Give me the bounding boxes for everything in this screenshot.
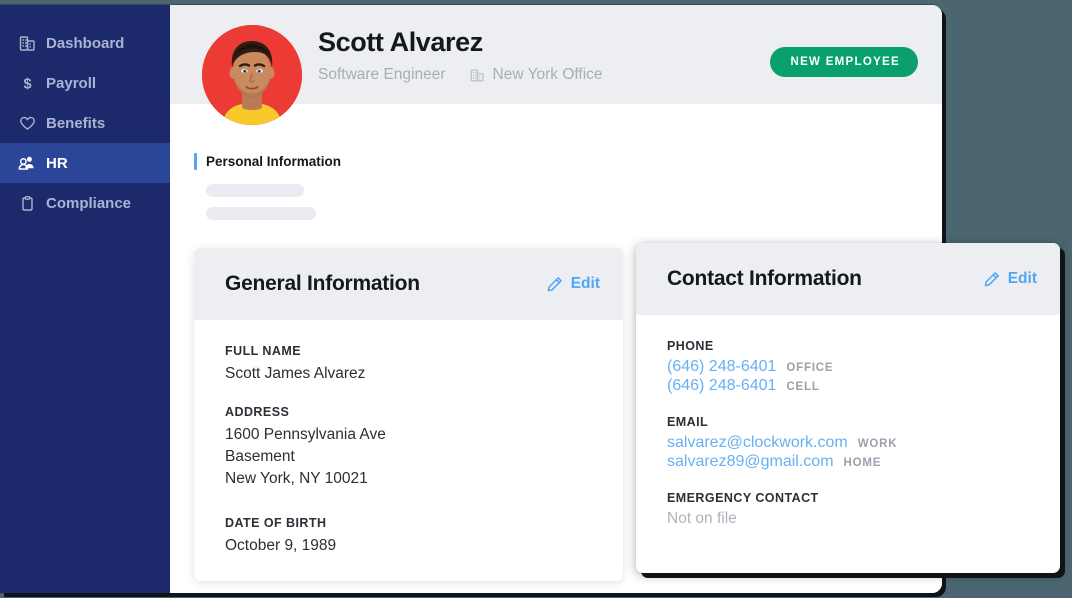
sidebar-item-label: Payroll [46, 76, 96, 91]
phone-tag: OFFICE [786, 362, 833, 374]
page-title: Scott Alvarez [318, 27, 603, 57]
field-value: Scott James Alvarez [225, 363, 592, 385]
email-row-home: salvarez89@gmail.com HOME [667, 453, 1029, 471]
sidebar-item-label: HR [46, 156, 68, 171]
skeleton-placeholder [206, 184, 304, 197]
edit-label: Edit [1008, 270, 1037, 288]
phone-tag: CELL [786, 381, 819, 393]
pencil-icon [546, 276, 563, 293]
building-icon [18, 34, 36, 52]
field-label: EMAIL [667, 415, 1029, 429]
profile-header-text: Scott Alvarez Software Engineer [318, 27, 603, 84]
field-label: EMERGENCY CONTACT [667, 491, 1029, 505]
sidebar-item-label: Compliance [46, 196, 131, 211]
sidebar-item-hr[interactable]: HR [0, 143, 170, 183]
field-phone: PHONE (646) 248-6401 OFFICE (646) 248-64… [667, 339, 1029, 395]
section-heading: Personal Information [194, 153, 942, 170]
heart-icon [18, 114, 36, 132]
sidebar: Dashboard $ Payroll Benefits [0, 5, 170, 593]
phone-value[interactable]: (646) 248-6401 [667, 358, 776, 376]
email-value[interactable]: salvarez89@gmail.com [667, 453, 834, 471]
employee-office: New York Office [470, 66, 603, 84]
sidebar-item-compliance[interactable]: Compliance [0, 183, 170, 223]
pencil-icon [983, 271, 1000, 288]
sidebar-item-label: Benefits [46, 116, 105, 131]
sidebar-item-dashboard[interactable]: Dashboard [0, 23, 170, 63]
field-full-name: FULL NAME Scott James Alvarez [225, 344, 592, 385]
card-body: FULL NAME Scott James Alvarez ADDRESS 16… [194, 320, 623, 581]
field-label: PHONE [667, 339, 1029, 353]
field-email: EMAIL salvarez@clockwork.com WORK salvar… [667, 415, 1029, 471]
email-value[interactable]: salvarez@clockwork.com [667, 434, 848, 452]
email-tag: WORK [858, 438, 898, 450]
profile-subtitle: Software Engineer [318, 66, 603, 84]
email-tag: HOME [844, 457, 882, 469]
general-information-card: General Information Edit FULL NAME Scott… [194, 248, 623, 581]
card-title: General Information [225, 272, 420, 296]
skeleton-placeholder [206, 207, 316, 220]
sidebar-item-label: Dashboard [46, 36, 124, 51]
field-date-of-birth: DATE OF BIRTH October 9, 1989 [225, 516, 592, 557]
field-emergency-contact: EMERGENCY CONTACT Not on file [667, 491, 1029, 528]
field-label: DATE OF BIRTH [225, 516, 592, 530]
phone-row-office: (646) 248-6401 OFFICE [667, 358, 1029, 376]
field-label: ADDRESS [225, 405, 592, 419]
section-accent-bar [194, 153, 197, 170]
office-label: New York Office [493, 66, 603, 84]
card-header: Contact Information Edit [636, 243, 1060, 315]
svg-text:$: $ [23, 76, 31, 92]
edit-general-information-button[interactable]: Edit [546, 275, 600, 293]
sidebar-item-benefits[interactable]: Benefits [0, 103, 170, 143]
edit-label: Edit [571, 275, 600, 293]
card-title: Contact Information [667, 267, 862, 291]
address-line-3: New York, NY 10021 [225, 468, 592, 490]
employee-role: Software Engineer [318, 66, 446, 84]
clipboard-icon [18, 194, 36, 212]
emergency-contact-value: Not on file [667, 510, 1029, 528]
sidebar-item-payroll[interactable]: $ Payroll [0, 63, 170, 103]
email-row-work: salvarez@clockwork.com WORK [667, 434, 1029, 452]
field-value: October 9, 1989 [225, 535, 592, 557]
avatar[interactable] [202, 25, 302, 125]
building-icon [470, 68, 485, 83]
dollar-icon: $ [18, 74, 36, 92]
field-address: ADDRESS 1600 Pennsylvania Ave Basement N… [225, 405, 592, 490]
status-badge[interactable]: NEW EMPLOYEE [770, 47, 918, 77]
personal-information-section: Personal Information [170, 104, 942, 220]
phone-row-cell: (646) 248-6401 CELL [667, 377, 1029, 395]
field-label: FULL NAME [225, 344, 592, 358]
edit-contact-information-button[interactable]: Edit [983, 270, 1037, 288]
people-icon [18, 154, 36, 172]
address-line-2: Basement [225, 446, 592, 468]
card-body: PHONE (646) 248-6401 OFFICE (646) 248-64… [636, 315, 1060, 552]
card-header: General Information Edit [194, 248, 623, 320]
section-title: Personal Information [206, 155, 341, 169]
contact-information-card: Contact Information Edit PHONE (646) 248… [636, 243, 1060, 573]
address-line-1: 1600 Pennsylvania Ave [225, 424, 592, 446]
phone-value[interactable]: (646) 248-6401 [667, 377, 776, 395]
